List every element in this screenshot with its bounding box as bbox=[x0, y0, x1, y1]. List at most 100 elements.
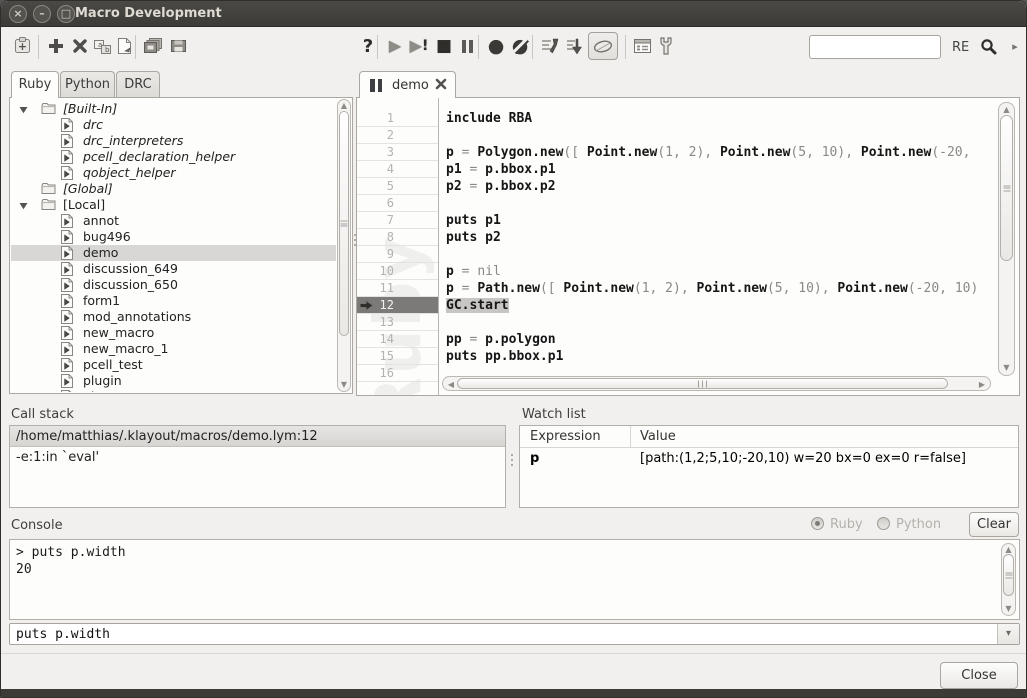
tree-item-form1[interactable]: form1 bbox=[11, 293, 336, 309]
add-macro-icon[interactable] bbox=[43, 33, 69, 59]
code-line-3[interactable]: p = Polygon.new([ Point.new(1, 2), Point… bbox=[446, 144, 1019, 161]
expander-icon[interactable] bbox=[19, 201, 28, 210]
tree-item-mod_annotations[interactable]: mod_annotations bbox=[11, 309, 336, 325]
window-close-icon[interactable]: × bbox=[9, 5, 27, 23]
code-line-2[interactable] bbox=[446, 127, 1019, 144]
tree-item-plugin[interactable]: plugin bbox=[11, 373, 336, 389]
watch-col-expression[interactable]: Expression bbox=[530, 429, 601, 444]
gutter-line[interactable]: 6 bbox=[357, 195, 438, 212]
search-icon[interactable] bbox=[975, 33, 1001, 59]
gutter-line[interactable]: 9 bbox=[357, 246, 438, 263]
window-minimize-icon[interactable]: – bbox=[33, 5, 51, 23]
editor-horizontal-scrollbar[interactable]: ◀ ▶ bbox=[442, 376, 991, 391]
gutter-line[interactable]: 14 bbox=[357, 331, 438, 348]
code-line-15[interactable]: puts pp.bbox.p1 bbox=[446, 348, 1019, 365]
gutter-line[interactable]: 7 bbox=[357, 212, 438, 229]
save-all-icon[interactable] bbox=[140, 33, 166, 59]
gutter-line[interactable]: 16 bbox=[357, 365, 438, 382]
code-line-1[interactable]: include RBA bbox=[446, 110, 1019, 127]
panel-splitter-handle[interactable] bbox=[511, 451, 514, 469]
clear-breakpoints-icon[interactable]: ● bbox=[507, 33, 533, 59]
tree-item-drc_interpreters[interactable]: drc_interpreters bbox=[11, 133, 336, 149]
pause-icon[interactable] bbox=[454, 33, 480, 59]
properties-icon[interactable] bbox=[629, 33, 655, 59]
editor-tab-demo[interactable]: demo bbox=[359, 71, 456, 98]
new-location-icon[interactable]: + bbox=[9, 33, 35, 59]
python-radio[interactable] bbox=[877, 517, 890, 530]
console-input-combo[interactable]: ▾ bbox=[9, 623, 1020, 645]
expander-icon[interactable] bbox=[19, 105, 28, 114]
gutter-line[interactable]: 10 bbox=[357, 263, 438, 280]
code-line-6[interactable] bbox=[446, 195, 1019, 212]
tree-item-builtin[interactable]: [Built-In] bbox=[11, 101, 336, 117]
breakpoint-icon[interactable]: ● bbox=[483, 33, 509, 59]
regexp-toggle[interactable]: RE bbox=[952, 40, 969, 55]
tree-item-annot[interactable]: annot bbox=[11, 213, 336, 229]
setup-wrench-icon[interactable] bbox=[653, 33, 679, 59]
clear-button[interactable]: Clear bbox=[969, 512, 1019, 537]
code-line-9[interactable] bbox=[446, 246, 1019, 263]
toolbar-overflow-icon[interactable]: ▸ bbox=[1002, 33, 1027, 59]
tree-item-qkeyevent[interactable]: qkeyevent bbox=[11, 389, 336, 392]
tree-item-qobject_helper[interactable]: qobject_helper bbox=[11, 165, 336, 181]
code-line-11[interactable]: p = Path.new([ Point.new(1, 2), Point.ne… bbox=[446, 280, 1019, 297]
ruby-radio[interactable] bbox=[811, 517, 824, 530]
gutter-current-line[interactable]: 12 bbox=[357, 297, 438, 314]
gutter-line[interactable]: 4 bbox=[357, 161, 438, 178]
step-into-icon[interactable] bbox=[537, 33, 563, 59]
run-from-current-icon[interactable]: ▶! bbox=[406, 33, 432, 59]
code-line-14[interactable]: pp = p.polygon bbox=[446, 331, 1019, 348]
code-line-8[interactable]: puts p2 bbox=[446, 229, 1019, 246]
save-icon[interactable] bbox=[165, 33, 191, 59]
tab-ruby[interactable]: Ruby bbox=[11, 71, 59, 98]
step-over-icon[interactable] bbox=[562, 33, 588, 59]
code-editor[interactable]: Ruby 12345678910111213141516 include RBA… bbox=[356, 97, 1020, 396]
tree-item-pcell_declaration_helper[interactable]: pcell_declaration_helper bbox=[11, 149, 336, 165]
tree-item-discussion_649[interactable]: discussion_649 bbox=[11, 261, 336, 277]
watch-col-value[interactable]: Value bbox=[640, 429, 676, 444]
watch-row[interactable]: p[path:(1,2;5,10;-20,10) w=20 bx=0 ex=0 … bbox=[520, 448, 1018, 470]
close-button[interactable]: Close bbox=[940, 662, 1018, 689]
code-line-12[interactable]: GC.start bbox=[446, 297, 1019, 314]
combo-dropdown-icon[interactable]: ▾ bbox=[997, 624, 1019, 644]
tree-item-discussion_650[interactable]: discussion_650 bbox=[11, 277, 336, 293]
tree-vertical-scrollbar[interactable]: ▲ ▼ bbox=[337, 99, 351, 392]
tab-python[interactable]: Python bbox=[60, 71, 115, 97]
search-input[interactable] bbox=[809, 35, 941, 59]
gutter-line[interactable]: 8 bbox=[357, 229, 438, 246]
gutter-line[interactable]: 1 bbox=[357, 110, 438, 127]
code-line-4[interactable]: p1 = p.bbox.p1 bbox=[446, 161, 1019, 178]
tab-drc[interactable]: DRC bbox=[116, 71, 160, 97]
edit-mode-toggle-icon[interactable] bbox=[588, 32, 618, 60]
call-stack-list: /home/matthias/.klayout/macros/demo.lym:… bbox=[9, 425, 506, 508]
tree-item-drc[interactable]: drc bbox=[11, 117, 336, 133]
gutter-line[interactable]: 3 bbox=[357, 144, 438, 161]
call-stack-frame[interactable]: -e:1:in `eval' bbox=[10, 447, 505, 468]
tree-item-new_macro_1[interactable]: new_macro_1 bbox=[11, 341, 336, 357]
editor-vertical-scrollbar[interactable]: ▲ ▼ bbox=[998, 102, 1015, 376]
tree-item-pcell_test[interactable]: pcell_test bbox=[11, 357, 336, 373]
console-vertical-scrollbar[interactable]: ▲ ▼ bbox=[1001, 543, 1016, 616]
window-maximize-icon[interactable]: □ bbox=[57, 5, 75, 23]
gutter-line[interactable]: 2 bbox=[357, 127, 438, 144]
tree-item-bug496[interactable]: bug496 bbox=[11, 229, 336, 245]
call-stack-frame[interactable]: /home/matthias/.klayout/macros/demo.lym:… bbox=[10, 426, 505, 447]
gutter-line[interactable]: 5 bbox=[357, 178, 438, 195]
console-input[interactable] bbox=[16, 625, 993, 643]
tree-item-global[interactable]: [Global] bbox=[11, 181, 336, 197]
tree-item-demo[interactable]: demo bbox=[11, 245, 336, 261]
import-macro-icon[interactable] bbox=[111, 33, 137, 59]
gutter-line[interactable]: 11 bbox=[357, 280, 438, 297]
code-line-5[interactable]: p2 = p.bbox.p2 bbox=[446, 178, 1019, 195]
code-area[interactable]: include RBA p = Polygon.new([ Point.new(1… bbox=[440, 98, 1019, 395]
code-line-13[interactable] bbox=[446, 314, 1019, 331]
gutter-line[interactable]: 15 bbox=[357, 348, 438, 365]
tab-close-icon[interactable] bbox=[435, 78, 447, 90]
editor-gutter[interactable]: Ruby 12345678910111213141516 bbox=[357, 98, 439, 395]
code-line-10[interactable]: p = nil bbox=[446, 263, 1019, 280]
tree-item-local[interactable]: [Local] bbox=[11, 197, 336, 213]
run-icon[interactable]: ▶ bbox=[382, 33, 408, 59]
code-line-7[interactable]: puts p1 bbox=[446, 212, 1019, 229]
gutter-line[interactable]: 13 bbox=[357, 314, 438, 331]
tree-item-new_macro[interactable]: new_macro bbox=[11, 325, 336, 341]
